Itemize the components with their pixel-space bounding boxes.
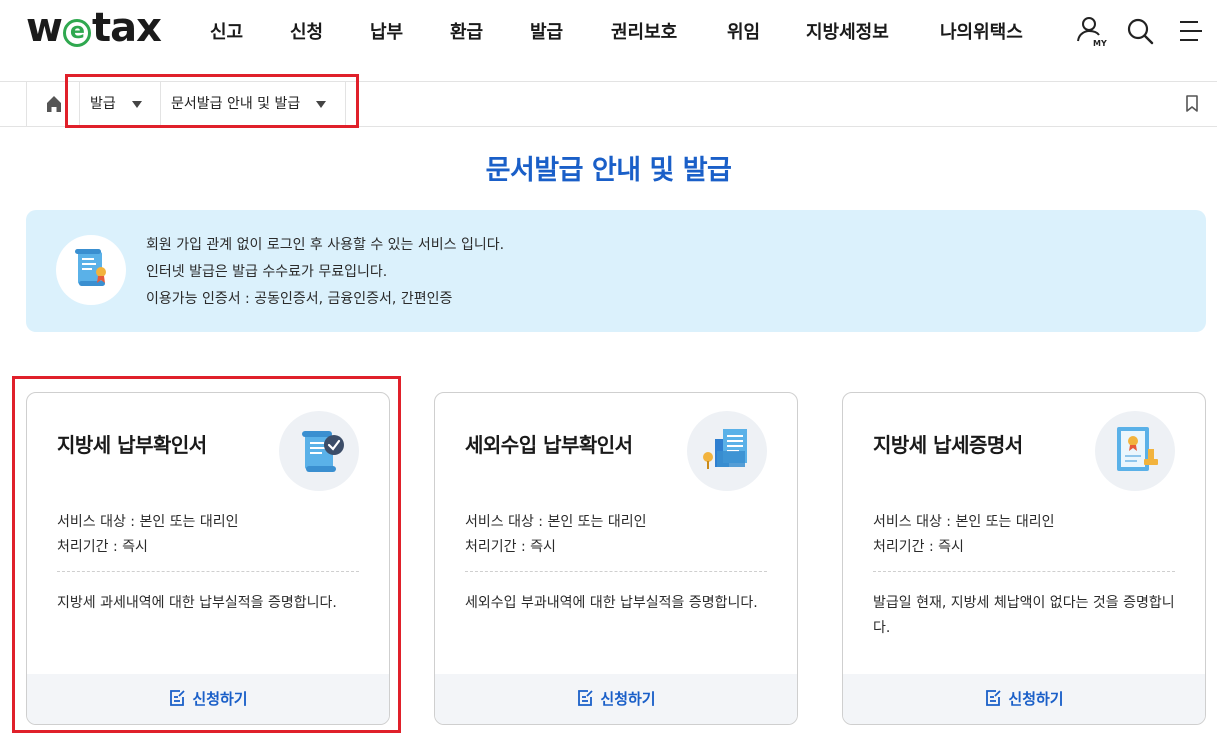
breadcrumb-highlight [65,74,359,128]
card-highlight [12,376,401,733]
building-documents-icon [687,411,767,491]
certificate-stamp-icon [1095,411,1175,491]
nav-item-pay[interactable]: 납부 [370,18,403,44]
card-footer: 신청하기 [435,674,797,724]
bookmark-icon[interactable] [1185,94,1199,114]
edit-form-icon [578,690,594,706]
card-title: 세외수입 납부확인서 [465,433,633,457]
page-title: 문서발급 안내 및 발급 [485,155,732,186]
nav-item-refund[interactable]: 환급 [450,18,483,44]
info-icon [56,235,126,305]
my-label: MY [1093,39,1107,48]
card-service-target: 서비스 대상 : 본인 또는 대리인 [465,514,647,530]
card-service-target: 서비스 대상 : 본인 또는 대리인 [873,514,1055,530]
apply-button[interactable]: 신청하기 [576,688,656,709]
card-processing-period: 처리기간 : 즉시 [465,539,556,555]
info-line: 인터넷 발급은 발급 수수료가 무료입니다. [146,264,388,280]
nav-item-issue[interactable]: 발급 [530,18,563,44]
card-divider [465,571,767,572]
nav-item-delegation[interactable]: 위임 [727,18,760,44]
info-line: 이용가능 인증서 : 공동인증서, 금융인증서, 간편인증 [146,291,453,307]
card-footer: 신청하기 [843,674,1205,724]
service-card-local-tax-certificate: 지방세 납세증명서 서비스 대상 : 본인 또는 대리인 처리기간 : 즉시 발… [842,392,1206,725]
apply-button-label: 신청하기 [600,690,656,708]
card-divider [873,571,1175,572]
nav-item-apply[interactable]: 신청 [290,18,323,44]
nav-item-tax-info[interactable]: 지방세정보 [806,18,889,44]
wetax-logo[interactable]: w e tax [26,8,162,48]
card-processing-period: 처리기간 : 즉시 [873,539,964,555]
info-panel: 회원 가입 관계 없이 로그인 후 사용할 수 있는 서비스 입니다. 인터넷 … [26,210,1206,332]
nav-item-rights[interactable]: 권리보호 [611,18,677,44]
card-description: 세외수입 부과내역에 대한 납부실적을 증명합니다. [465,595,758,611]
nav-item-report[interactable]: 신고 [210,18,243,44]
menu-icon[interactable] [1174,14,1208,48]
search-icon[interactable] [1124,14,1158,48]
card-title: 지방세 납세증명서 [873,433,1023,457]
card-description: 발급일 현재, 지방세 체납액이 없다는 것을 증명합니다. [873,595,1175,636]
apply-button-label: 신청하기 [1008,690,1064,708]
user-my-icon[interactable]: MY [1074,14,1108,48]
site-header: w e tax 신고 신청 납부 환급 발급 권리보호 위임 지방세정보 나의위택스… [0,0,1217,82]
nav-item-my-wetax[interactable]: 나의위택스 [940,18,1023,44]
edit-form-icon [986,690,1002,706]
info-line: 회원 가입 관계 없이 로그인 후 사용할 수 있는 서비스 입니다. [146,237,505,253]
apply-button[interactable]: 신청하기 [984,688,1064,709]
service-card-non-tax-payment-confirmation: 세외수입 납부확인서 서비스 대상 : 본인 또는 대리인 처리기간 : 즉시 … [434,392,798,725]
